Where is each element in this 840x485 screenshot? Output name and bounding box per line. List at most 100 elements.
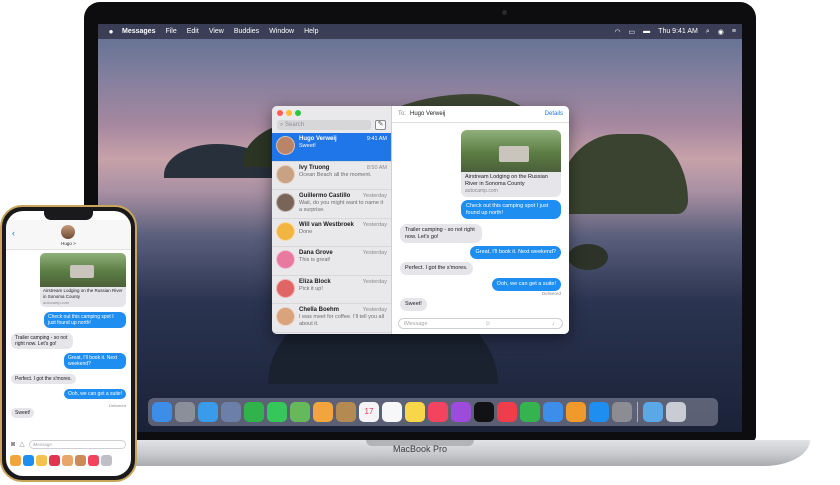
conversation-preview: Wait, do you might want to name it a sur…	[299, 200, 384, 213]
apps-icon[interactable]: △	[19, 440, 24, 448]
apple-menu-icon[interactable]: ●	[106, 27, 116, 37]
emoji-icon[interactable]: ☺	[485, 321, 491, 327]
menu-view[interactable]: View	[209, 28, 224, 35]
animoji-icon[interactable]	[62, 454, 73, 466]
conversation-item[interactable]: Eliza Block Yesterday Pick it up!	[272, 276, 391, 304]
spotlight-icon[interactable]: ⌕	[706, 28, 710, 36]
photos-icon[interactable]	[313, 402, 333, 422]
more-icon[interactable]	[101, 454, 112, 466]
zoom-button[interactable]	[295, 110, 301, 116]
facetime-icon[interactable]	[244, 402, 264, 422]
memoji-icon[interactable]	[36, 454, 47, 466]
battery-icon[interactable]: ▬	[643, 28, 650, 35]
menu-file[interactable]: File	[165, 28, 176, 35]
conversation-name: Will van Westbroek	[299, 221, 354, 228]
conversation-item[interactable]: Chella Boehm Yesterday I was meet for coff…	[272, 304, 391, 333]
close-button[interactable]	[277, 110, 283, 116]
received-message-bubble[interactable]: Trailer camping - so not right now. Let'…	[11, 333, 73, 349]
minimize-button[interactable]	[286, 110, 292, 116]
recipient-bar: To: Hugo Verweij Details	[392, 106, 569, 123]
conversation-header: Chella Boehm Yesterday	[299, 307, 387, 313]
sent-message-bubble[interactable]: Great, I'll book it. Next weekend?	[64, 353, 126, 369]
photos-icon[interactable]	[10, 454, 21, 466]
link-preview-title: Airstream Lodging on the Russian River i…	[465, 174, 548, 187]
siri-icon[interactable]: ◉	[718, 28, 724, 36]
keynote-icon[interactable]	[543, 402, 563, 422]
menu-help[interactable]: Help	[304, 28, 318, 35]
input-row: ◙ △ iMessage	[6, 438, 131, 450]
received-message-bubble[interactable]: Trailer camping - so not right now. Let'…	[400, 224, 482, 243]
notes-book-icon[interactable]	[336, 402, 356, 422]
microphone-icon[interactable]: ♩	[552, 321, 558, 327]
conversation-item[interactable]: Dana Grove Yesterday This is great!	[272, 247, 391, 276]
message-input[interactable]: iMessage ☺ ♩	[398, 318, 563, 329]
conversation-item[interactable]: Will van Westbroek Yesterday Done	[272, 219, 391, 247]
details-button[interactable]: Details	[545, 111, 563, 117]
conversation-item[interactable]: Guillermo Castillo Yesterday Wait, do you …	[272, 190, 391, 219]
conversation-time: Yesterday	[362, 221, 387, 228]
received-message-bubble[interactable]: Perfect. I got the s'mores.	[11, 374, 76, 384]
sent-message-bubble[interactable]: Ooh, we can get a suite!	[491, 278, 561, 291]
menu-app-name[interactable]: Messages	[122, 28, 155, 35]
conversation-preview: Done	[299, 228, 313, 235]
search-input[interactable]: ⌕ Search	[277, 120, 371, 130]
maps-icon[interactable]	[290, 402, 310, 422]
avatar[interactable]	[61, 225, 75, 239]
sent-message-bubble[interactable]: Check out this camping spot I just found…	[44, 312, 126, 328]
conversation-sidebar: ⌕ Search ✎ Hugo Verweij 9:41 AM Sweet! Ivy …	[272, 106, 392, 334]
conversation-body: Hugo Verweij 9:41 AM Sweet!	[299, 136, 387, 156]
conversation-header: Ivy Truong 8:50 AM	[299, 165, 387, 171]
downloads-folder-icon[interactable]	[643, 402, 663, 422]
calendar-icon[interactable]: 17	[359, 402, 379, 422]
memoji-2-icon[interactable]	[75, 454, 86, 466]
conversation-item[interactable]: Ivy Truong 8:50 AM Ocean Beach all the mom…	[272, 162, 391, 190]
notification-center-icon[interactable]: ≡	[732, 28, 736, 35]
dock-separator	[637, 402, 638, 422]
camera-icon[interactable]: ◙	[11, 441, 15, 448]
sent-message-bubble[interactable]: Ooh, we can get a suite!	[64, 389, 126, 399]
music-icon[interactable]	[428, 402, 448, 422]
numbers-icon[interactable]	[520, 402, 540, 422]
contact-name[interactable]: Hugo >	[6, 241, 131, 246]
compose-icon[interactable]: ✎	[375, 120, 386, 130]
recipient-name[interactable]: Hugo Verweij	[410, 111, 445, 117]
conversation-item[interactable]: Hugo Verweij 9:41 AM Sweet!	[272, 133, 391, 162]
received-message-bubble[interactable]: Perfect. I got the s'mores.	[400, 262, 473, 275]
app-strip	[6, 453, 131, 467]
music-icon[interactable]	[88, 454, 99, 466]
wifi-icon[interactable]: ◠	[614, 28, 620, 36]
system-preferences-icon[interactable]	[612, 402, 632, 422]
app-store-icon[interactable]	[589, 402, 609, 422]
messages-icon[interactable]	[267, 402, 287, 422]
link-preview-card[interactable]: Airstream Lodging on the Russian River i…	[40, 253, 126, 307]
finder-icon[interactable]	[152, 402, 172, 422]
avatar	[276, 250, 295, 269]
menu-buddies[interactable]: Buddies	[234, 28, 259, 35]
menu-window[interactable]: Window	[269, 28, 294, 35]
photos-browser-icon[interactable]	[221, 402, 241, 422]
podcasts-icon[interactable]	[451, 402, 471, 422]
conversation-preview: I was meet for coffee. I'll tell you all…	[299, 314, 385, 327]
digital-touch-icon[interactable]	[49, 454, 60, 466]
menu-clock[interactable]: Thu 9:41 AM	[658, 28, 698, 35]
received-message-bubble[interactable]: Sweet!	[11, 408, 35, 418]
reminders-icon[interactable]	[382, 402, 402, 422]
apple-tv-icon[interactable]	[474, 402, 494, 422]
news-icon[interactable]	[497, 402, 517, 422]
link-preview-card[interactable]: Airstream Lodging on the Russian River i…	[461, 130, 561, 197]
safari-icon[interactable]	[198, 402, 218, 422]
airplay-icon[interactable]: ▭	[629, 28, 636, 36]
notes-icon[interactable]	[405, 402, 425, 422]
trash-icon[interactable]	[666, 402, 686, 422]
sent-message-bubble[interactable]: Check out this camping spot I just found…	[461, 200, 561, 219]
pages-icon[interactable]	[566, 402, 586, 422]
back-chevron-icon[interactable]: ‹	[12, 228, 15, 238]
message-input[interactable]: iMessage	[28, 439, 126, 449]
app-store-icon[interactable]	[23, 454, 34, 466]
sent-message-bubble[interactable]: Great, I'll book it. Next weekend?	[470, 246, 561, 259]
received-message-bubble[interactable]: Sweet!	[400, 298, 427, 311]
conversation-body: Dana Grove Yesterday This is great!	[299, 250, 387, 270]
menu-edit[interactable]: Edit	[187, 28, 199, 35]
launchpad-icon[interactable]	[175, 402, 195, 422]
conversation-name: Ivy Truong	[299, 164, 330, 171]
